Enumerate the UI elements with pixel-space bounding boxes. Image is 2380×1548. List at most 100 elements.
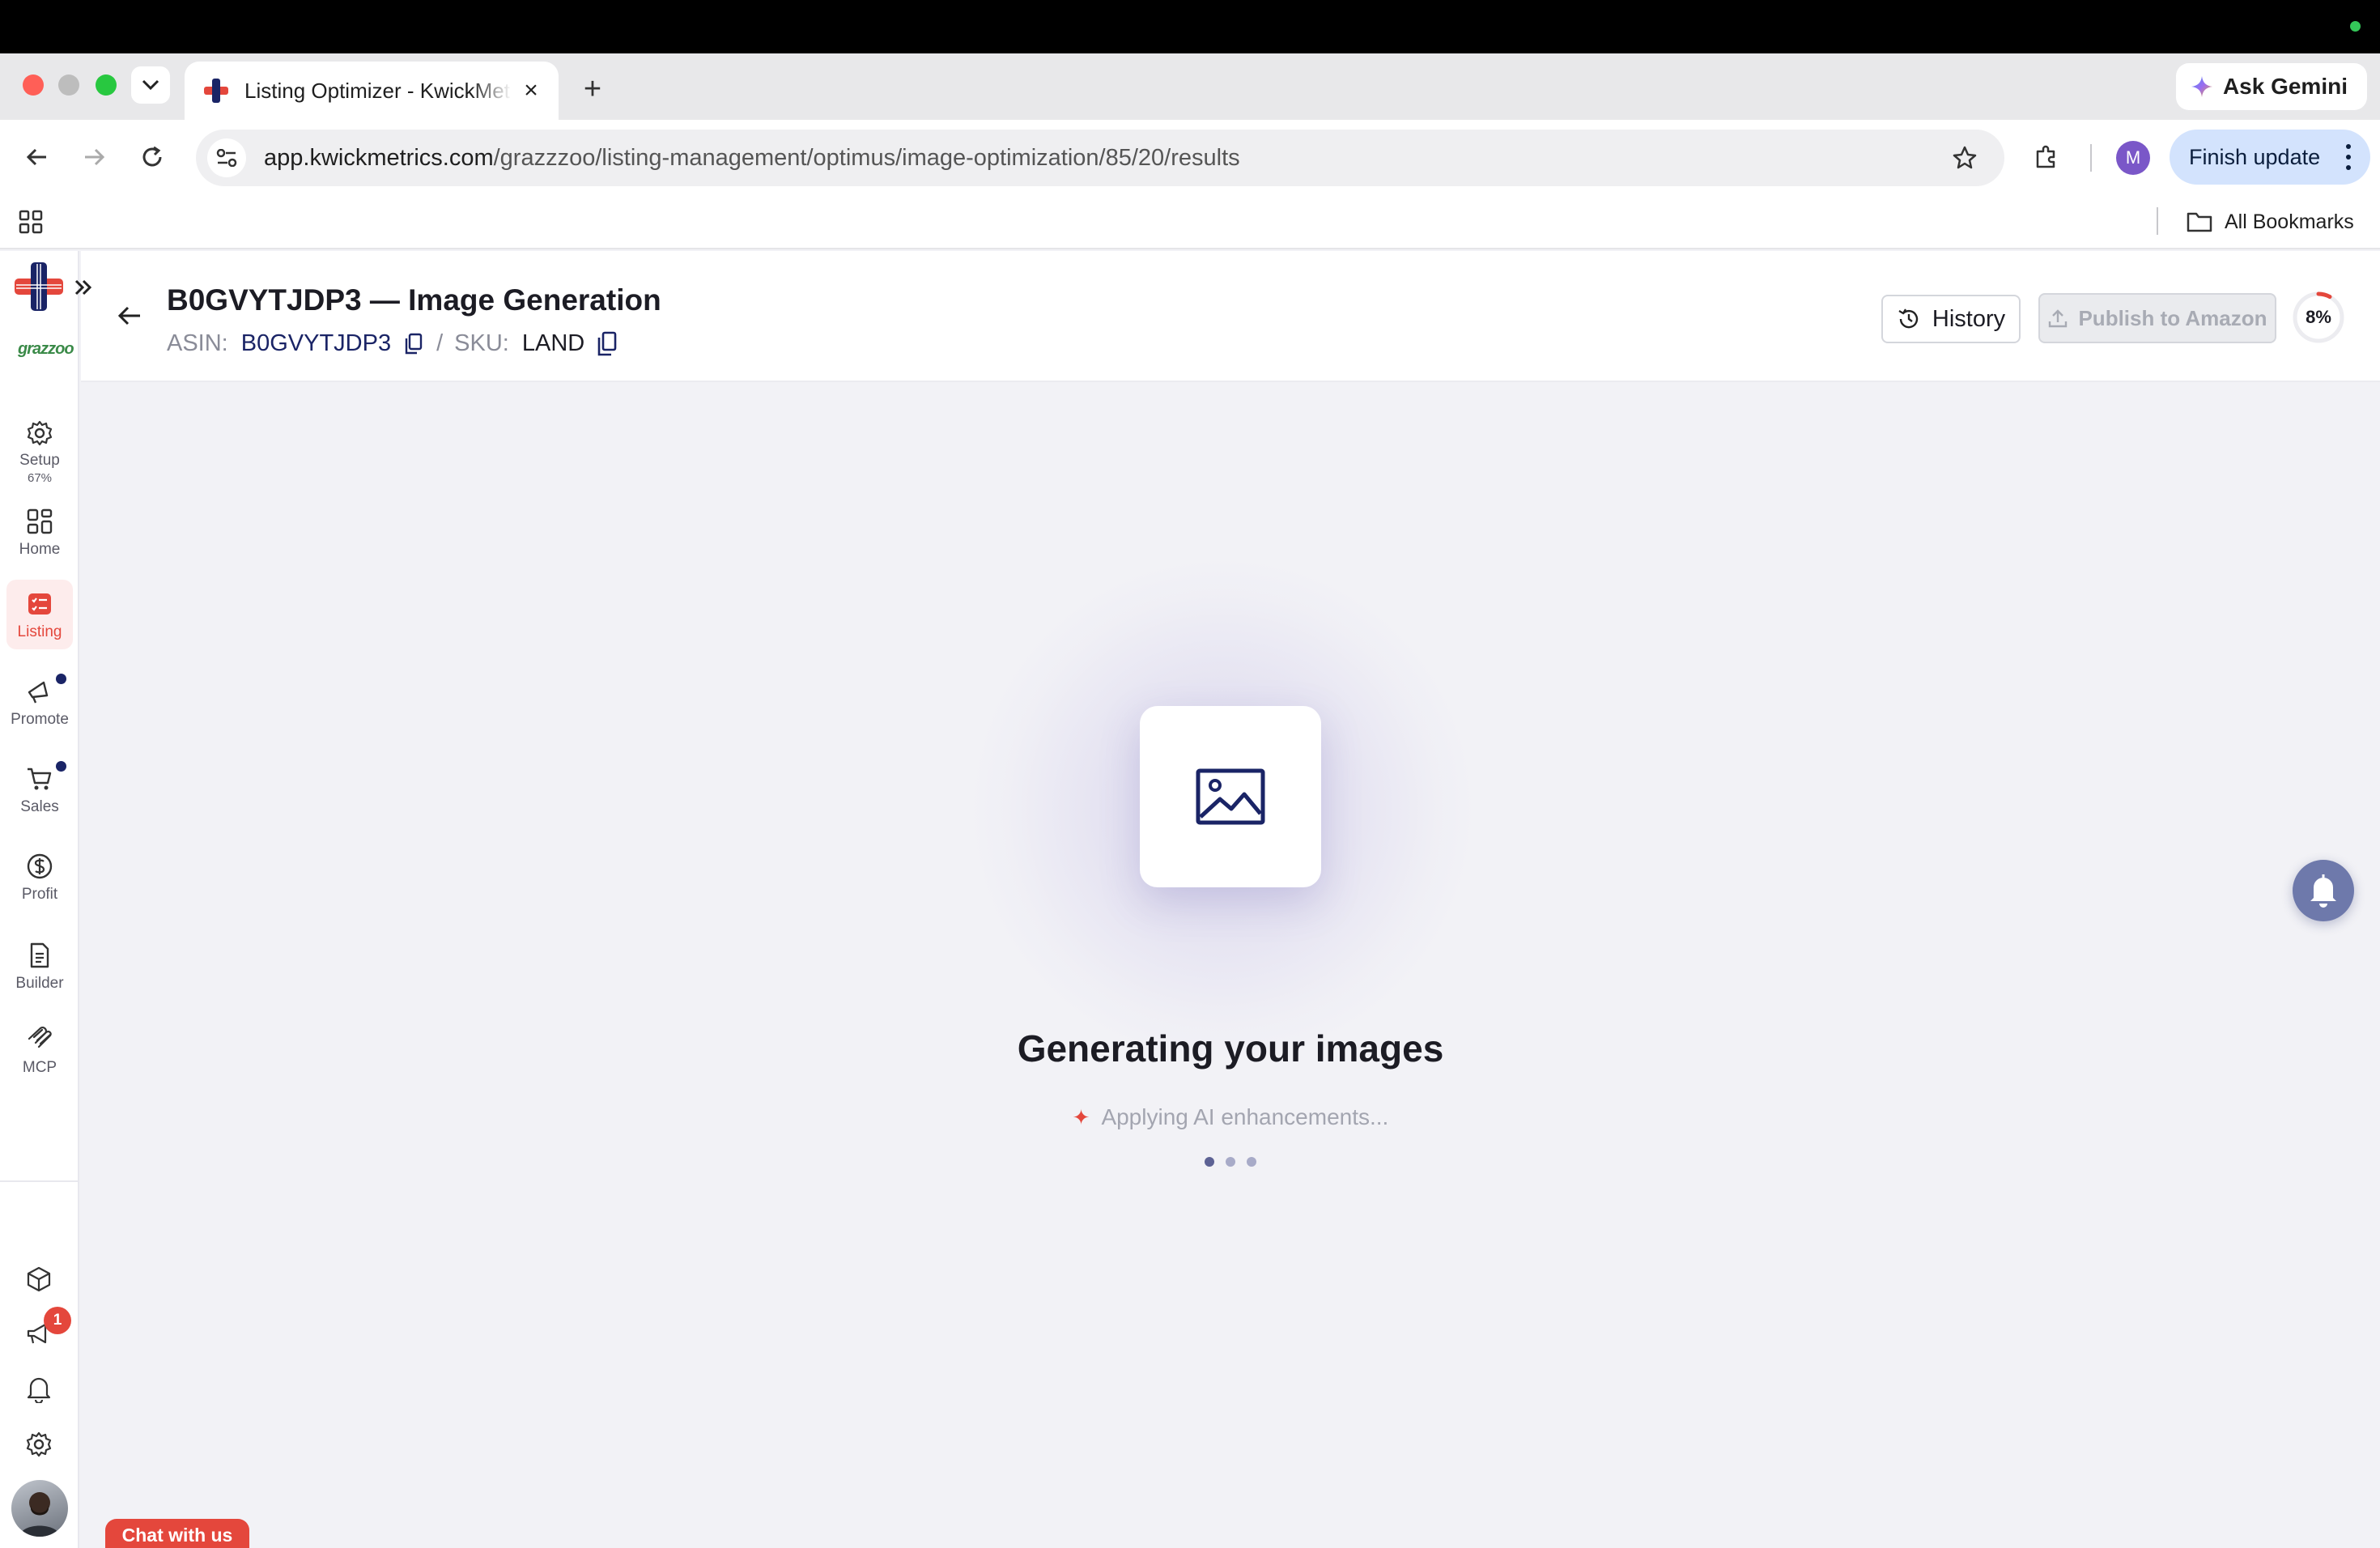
- kwickmetrics-favicon-icon: [204, 79, 228, 103]
- copy-sku-button[interactable]: [596, 331, 618, 356]
- packages-button[interactable]: [19, 1260, 58, 1299]
- sidebar-item-label: Home: [19, 541, 61, 558]
- notification-count-badge: 1: [44, 1307, 71, 1334]
- copy-asin-button[interactable]: [402, 332, 425, 356]
- sku-value: LAND: [521, 330, 585, 356]
- history-label: History: [1932, 305, 2006, 332]
- kwickmetrics-logo[interactable]: [13, 261, 65, 313]
- loading-dot: [1247, 1157, 1256, 1167]
- puzzle-icon: [2036, 145, 2055, 168]
- finish-update-label: Finish update: [2189, 144, 2321, 169]
- url-path: /grazzzoo/listing-management/optimus/ima…: [493, 144, 1240, 171]
- gear-icon: [25, 419, 54, 447]
- reload-icon: [142, 146, 162, 167]
- apps-grid-icon[interactable]: [18, 209, 44, 235]
- new-tab-button[interactable]: +: [576, 73, 609, 105]
- copy-icon: [597, 331, 617, 355]
- tab-strip: Listing Optimizer - KwickMetrics × + Ask…: [0, 53, 2380, 120]
- history-button[interactable]: History: [1881, 295, 2021, 343]
- browser-tab-active[interactable]: Listing Optimizer - KwickMetrics ×: [185, 62, 559, 120]
- sidebar-item-home[interactable]: Home: [6, 497, 73, 567]
- bookmark-star-button[interactable]: [1948, 141, 1982, 175]
- sku-label: SKU:: [454, 330, 509, 356]
- all-bookmarks-label: All Bookmarks: [2225, 210, 2354, 233]
- upload-icon: [2049, 309, 2068, 328]
- page-header: B0GVYTJDP3 — Image Generation ASIN: B0GV…: [81, 251, 2380, 382]
- bell-icon: [27, 1377, 51, 1403]
- main-content: Generating your images ✦ Applying AI enh…: [81, 382, 2380, 1548]
- notifications-button[interactable]: [19, 1370, 58, 1409]
- publish-to-amazon-button[interactable]: Publish to Amazon: [2038, 293, 2276, 343]
- sidebar-item-listing[interactable]: Listing: [6, 580, 73, 649]
- image-icon: [1196, 768, 1265, 825]
- sidebar-item-label: MCP: [22, 1059, 57, 1076]
- new-indicator-dot: [56, 761, 66, 772]
- cube-icon: [27, 1266, 51, 1292]
- ask-gemini-button[interactable]: Ask Gemini: [2175, 63, 2367, 110]
- sidebar-item-profit[interactable]: Profit: [6, 842, 73, 912]
- sparkle-icon: ✦: [1072, 1104, 1090, 1129]
- extensions-button[interactable]: [2029, 139, 2064, 175]
- address-bar[interactable]: app.kwickmetrics.com/grazzzoo/listing-ma…: [196, 130, 2004, 186]
- completion-progress: 8%: [2291, 290, 2346, 345]
- ask-gemini-label: Ask Gemini: [2222, 74, 2348, 99]
- mcp-icon: [25, 1025, 54, 1054]
- meta-separator: /: [436, 330, 444, 356]
- tune-icon: [216, 149, 237, 167]
- window-close-button[interactable]: [23, 74, 44, 96]
- browser-toolbar: app.kwickmetrics.com/grazzzoo/listing-ma…: [0, 120, 2380, 194]
- reload-button[interactable]: [134, 139, 170, 175]
- sidebar-item-builder[interactable]: Builder: [6, 931, 73, 1001]
- sidebar-item-promote[interactable]: Promote: [6, 667, 73, 737]
- copy-icon: [405, 333, 423, 354]
- asin-label: ASIN:: [167, 330, 228, 356]
- new-indicator-dot: [56, 674, 66, 684]
- tenant-logo[interactable]: grazzoo: [18, 340, 74, 369]
- window-zoom-button[interactable]: [96, 74, 117, 96]
- sidebar-item-label: Builder: [15, 975, 64, 992]
- chevrons-right-icon: [74, 279, 92, 296]
- page-title: B0GVYTJDP3 — Image Generation: [167, 283, 661, 317]
- bookmarks-bar: All Bookmarks: [0, 194, 2380, 249]
- sidebar-item-sales[interactable]: Sales: [6, 755, 73, 824]
- product-meta: ASIN: B0GVYTJDP3 / SKU: LAND: [167, 330, 618, 357]
- profile-avatar[interactable]: M: [2116, 141, 2150, 175]
- forward-nav-button[interactable]: [76, 139, 112, 175]
- arrow-left-icon: [26, 148, 46, 166]
- publish-label: Publish to Amazon: [2078, 305, 2267, 330]
- all-bookmarks-button[interactable]: All Bookmarks: [2186, 206, 2354, 238]
- cart-icon: [25, 764, 54, 793]
- sidebar-item-mcp[interactable]: MCP: [6, 1015, 73, 1085]
- asin-value: B0GVYTJDP3: [240, 330, 392, 356]
- chat-with-us-button[interactable]: Chat with us: [105, 1519, 249, 1548]
- sidebar-item-label: Promote: [11, 711, 69, 728]
- sidebar-item-setup[interactable]: Setup 67%: [6, 410, 73, 485]
- url-text: app.kwickmetrics.com/grazzzoo/listing-ma…: [264, 145, 1240, 172]
- expand-sidebar-button[interactable]: [71, 275, 96, 300]
- tab-search-button[interactable]: [131, 66, 170, 104]
- generation-preview-tile: [1140, 706, 1321, 887]
- loading-dot: [1226, 1157, 1235, 1167]
- tab-title: Listing Optimizer - KwickMetrics: [244, 78, 512, 103]
- app-sidebar: grazzoo Setup 67% Home Listing Promote S…: [0, 251, 92, 1548]
- settings-button[interactable]: [19, 1425, 58, 1464]
- notification-bell-fab[interactable]: [2293, 860, 2354, 921]
- clock-history-icon: [1898, 308, 1919, 329]
- gear-icon: [26, 1431, 52, 1457]
- star-icon: [1953, 146, 1977, 169]
- announcements-button[interactable]: 1: [19, 1307, 71, 1354]
- folder-icon: [2187, 212, 2212, 232]
- back-button[interactable]: [110, 296, 149, 335]
- user-photo-icon: [19, 1492, 60, 1537]
- tab-close-icon[interactable]: ×: [518, 77, 544, 104]
- sidebar-item-label: Sales: [20, 798, 59, 815]
- back-nav-button[interactable]: [19, 139, 55, 175]
- window-minimize-button[interactable]: [58, 74, 79, 96]
- finish-update-button[interactable]: Finish update: [2170, 130, 2370, 185]
- generation-status: ✦ Applying AI enhancements...: [81, 1104, 2380, 1130]
- listing-icon: [25, 589, 54, 619]
- dollar-icon: [25, 852, 54, 881]
- site-info-button[interactable]: [207, 138, 246, 177]
- sidebar-item-label: Listing: [17, 623, 62, 640]
- user-avatar[interactable]: [11, 1480, 68, 1537]
